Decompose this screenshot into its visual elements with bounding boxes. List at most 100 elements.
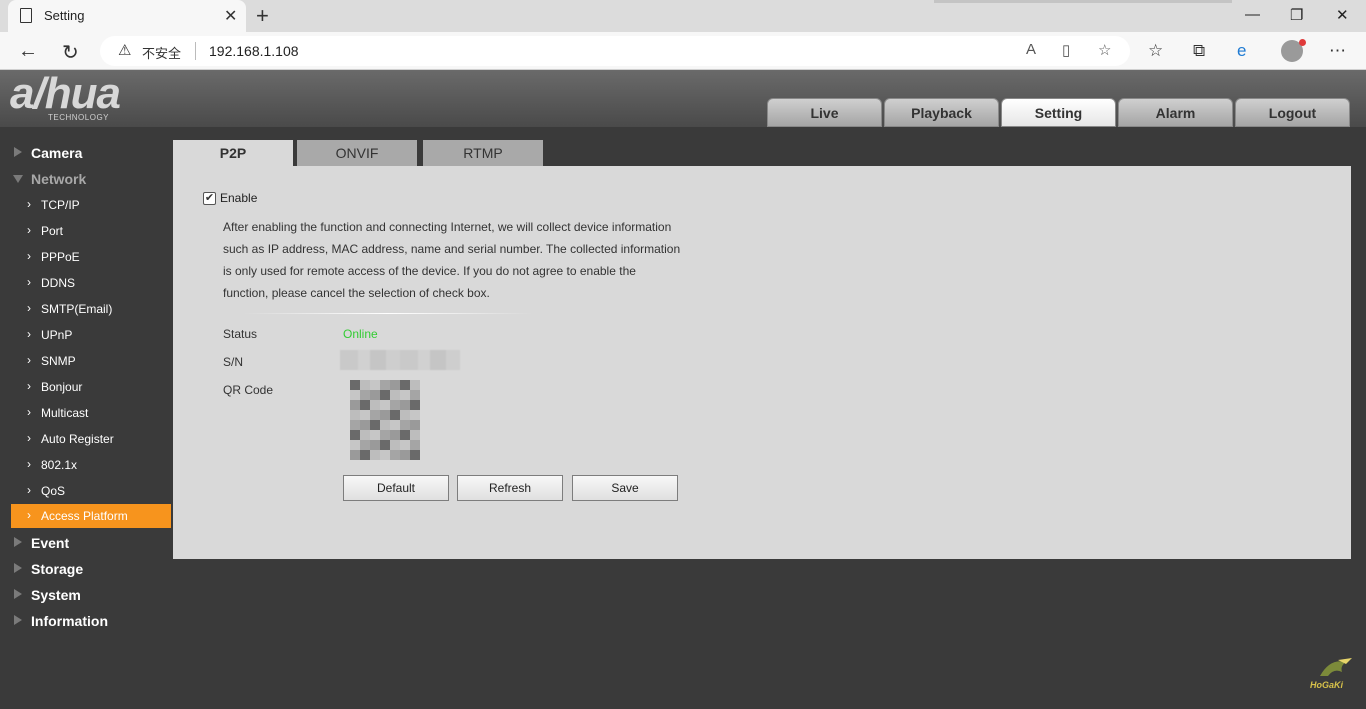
sidebar-item-multicast[interactable]: › Multicast <box>11 401 171 425</box>
browser-tab[interactable]: Setting ✕ <box>8 0 246 32</box>
qr-cell <box>390 430 400 440</box>
sidebar-storage[interactable]: Storage <box>0 556 172 582</box>
sidebar-item-access-platform[interactable]: › Access Platform <box>11 504 171 528</box>
sidebar-item-label: Bonjour <box>41 380 83 394</box>
nav-alarm[interactable]: Alarm <box>1118 98 1233 127</box>
sidebar-item-bonjour[interactable]: › Bonjour <box>11 375 171 399</box>
sidebar-network[interactable]: Network <box>0 166 172 192</box>
tab-onvif[interactable]: ONVIF <box>297 140 417 166</box>
sidebar-item-qos[interactable]: › QoS <box>11 479 171 503</box>
sidebar-camera-label: Camera <box>31 145 83 161</box>
tab-rtmp[interactable]: RTMP <box>423 140 543 166</box>
logo-subtitle: TECHNOLOGY <box>48 113 110 122</box>
qr-cell <box>380 440 390 450</box>
chevron-right-icon: › <box>27 301 31 315</box>
expand-triangle-icon <box>14 563 22 573</box>
expand-triangle-icon <box>14 147 22 157</box>
enable-checkbox[interactable]: ✔ <box>203 192 216 205</box>
qr-cell <box>360 400 370 410</box>
url-text[interactable]: 192.168.1.108 <box>209 43 299 59</box>
enable-label: Enable <box>220 191 258 205</box>
security-status[interactable]: 不安全 <box>142 43 181 62</box>
qr-cell <box>350 380 360 390</box>
save-button[interactable]: Save <box>572 475 678 501</box>
collapse-triangle-icon <box>13 175 23 183</box>
qr-cell <box>400 430 410 440</box>
profile-avatar[interactable] <box>1281 39 1306 62</box>
qr-cell <box>360 410 370 420</box>
sidebar-information-label: Information <box>31 613 108 629</box>
sidebar-item-label: SNMP <box>41 354 76 368</box>
url-separator <box>195 42 196 60</box>
add-favorite-icon[interactable]: ☆ <box>1098 41 1111 59</box>
window-close-icon[interactable]: ✕ <box>1336 6 1349 24</box>
sidebar-item-snmp[interactable]: › SNMP <box>11 349 171 373</box>
browser-toolbar: ← ↻ ⚠ 不安全 192.168.1.108 A ▯ ☆ ☆ ⧉ e ⋯ <box>0 32 1366 70</box>
expand-triangle-icon <box>14 615 22 625</box>
sidebar-item-label: Multicast <box>41 406 89 420</box>
sidebar-system[interactable]: System <box>0 582 172 608</box>
sidebar-event-label: Event <box>31 535 70 551</box>
refresh-button[interactable]: Refresh <box>457 475 563 501</box>
titlebar-shade <box>934 0 1232 3</box>
qr-cell <box>370 380 380 390</box>
nav-logout[interactable]: Logout <box>1235 98 1350 127</box>
address-bar[interactable]: ⚠ 不安全 192.168.1.108 A ▯ ☆ <box>100 36 1130 66</box>
sidebar-item-smtp[interactable]: › SMTP(Email) <box>11 297 171 321</box>
favorites-icon[interactable]: ☆ <box>1148 41 1163 61</box>
qr-cell <box>370 390 380 400</box>
chevron-right-icon: › <box>27 197 31 211</box>
chevron-right-icon: › <box>27 327 31 341</box>
nav-playback[interactable]: Playback <box>884 98 999 127</box>
sidebar-event[interactable]: Event <box>0 530 172 556</box>
sidebar-item-label: Port <box>41 224 64 238</box>
new-tab-icon[interactable]: + <box>256 3 269 29</box>
qr-cell <box>390 440 400 450</box>
sidebar-item-pppoe[interactable]: › PPPoE <box>11 245 171 269</box>
reload-icon[interactable]: ↻ <box>62 40 79 65</box>
restore-icon[interactable]: ❐ <box>1290 6 1303 24</box>
qr-cell <box>350 450 360 460</box>
qr-cell <box>390 450 400 460</box>
back-arrow-icon[interactable]: ← <box>18 40 38 63</box>
sidebar-item-8021x[interactable]: › 802.1x <box>11 453 171 477</box>
qr-cell <box>350 440 360 450</box>
sidebar-system-label: System <box>31 587 81 603</box>
qr-cell <box>380 420 390 430</box>
more-menu-icon[interactable]: ⋯ <box>1329 41 1346 61</box>
nav-setting[interactable]: Setting <box>1001 98 1116 127</box>
default-button[interactable]: Default <box>343 475 449 501</box>
sidebar-item-ddns[interactable]: › DDNS <box>11 271 171 295</box>
status-value: Online <box>343 327 378 341</box>
app-header: a/hua TECHNOLOGY Live Playback Setting A… <box>0 70 1366 127</box>
qr-cell <box>380 410 390 420</box>
chevron-right-icon: › <box>27 483 31 497</box>
warning-icon[interactable]: ⚠ <box>118 41 131 59</box>
sidebar-item-port[interactable]: › Port <box>11 219 171 243</box>
sidebar-item-label: Access Platform <box>41 509 128 523</box>
hogaki-watermark-logo: HoGaKi <box>1308 656 1364 698</box>
tab-close-icon[interactable]: ✕ <box>224 6 237 26</box>
qr-cell <box>390 420 400 430</box>
collections-icon[interactable]: ⧉ <box>1193 41 1205 61</box>
nav-live[interactable]: Live <box>767 98 882 127</box>
tab-p2p[interactable]: P2P <box>173 140 293 166</box>
qr-code-label: QR Code <box>223 383 274 397</box>
sidebar-information[interactable]: Information <box>0 608 172 634</box>
notification-dot <box>1299 39 1306 46</box>
sidebar-item-auto-register[interactable]: › Auto Register <box>11 427 171 451</box>
tab-title: Setting <box>44 8 85 23</box>
qr-cell <box>380 430 390 440</box>
sidebar-item-tcpip[interactable]: › TCP/IP <box>11 193 171 217</box>
qr-cell <box>400 380 410 390</box>
sidebar-network-label: Network <box>31 171 87 187</box>
qr-cell <box>350 400 360 410</box>
minimize-icon[interactable]: — <box>1245 6 1260 23</box>
ie-mode-icon[interactable]: e <box>1237 41 1246 61</box>
sidebar-camera[interactable]: Camera <box>0 140 172 166</box>
qr-cell <box>400 440 410 450</box>
qr-cell <box>390 380 400 390</box>
read-aloud-icon[interactable]: A <box>1026 41 1036 58</box>
sidebar-item-upnp[interactable]: › UPnP <box>11 323 171 347</box>
reader-view-icon[interactable]: ▯ <box>1062 41 1070 59</box>
